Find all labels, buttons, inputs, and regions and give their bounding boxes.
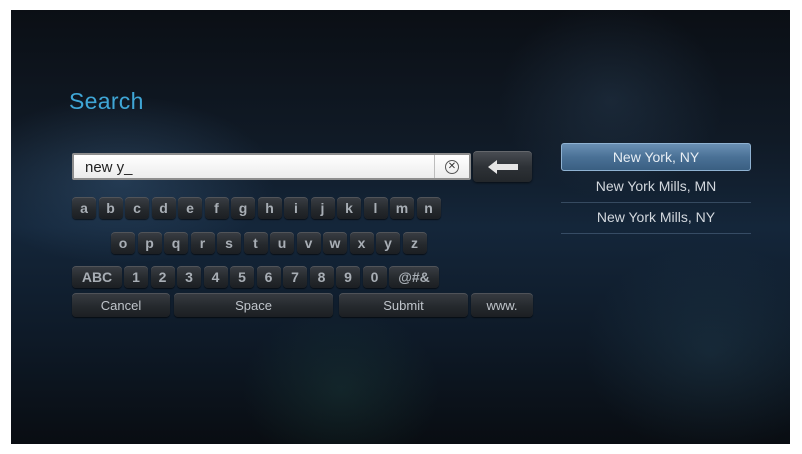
key-o[interactable]: o (111, 232, 135, 254)
cancel-button[interactable]: Cancel (72, 293, 170, 317)
key-s[interactable]: s (217, 232, 241, 254)
key-2[interactable]: 2 (150, 266, 175, 288)
key-g[interactable]: g (231, 197, 255, 219)
key-4[interactable]: 4 (203, 266, 228, 288)
backspace-button[interactable] (473, 151, 532, 182)
key-w[interactable]: w (323, 232, 347, 254)
key-x[interactable]: x (349, 232, 374, 254)
key-e[interactable]: e (178, 197, 202, 219)
clear-circle-x-icon: ✕ (445, 159, 459, 174)
key-i[interactable]: i (284, 197, 308, 219)
key-h[interactable]: h (257, 197, 282, 219)
key-z[interactable]: z (402, 232, 427, 254)
space-button[interactable]: Space (174, 293, 333, 317)
clear-button[interactable]: ✕ (434, 155, 469, 178)
key-b[interactable]: b (98, 197, 123, 219)
search-screen: Search new y_ ✕ abcdefghijklmn opqrstuvwx… (11, 10, 790, 444)
key-u[interactable]: u (270, 232, 294, 254)
key-8[interactable]: 8 (309, 266, 334, 288)
key-l[interactable]: l (363, 197, 388, 219)
page-title: Search (69, 88, 144, 114)
key-f[interactable]: f (204, 197, 229, 219)
key-v[interactable]: v (296, 232, 321, 254)
submit-button[interactable]: Submit (339, 293, 468, 317)
key-j[interactable]: j (310, 197, 335, 219)
suggestion-item[interactable]: New York Mills, NY (561, 203, 751, 234)
search-input[interactable]: new y_ ✕ (72, 153, 471, 180)
key-9[interactable]: 9 (336, 266, 360, 288)
suggestion-item[interactable]: New York, NY (561, 143, 751, 171)
suggestion-item[interactable]: New York Mills, MN (561, 172, 751, 203)
key-1[interactable]: 1 (124, 266, 148, 288)
key-m[interactable]: m (390, 197, 414, 219)
key-symbols[interactable]: @#& (389, 266, 439, 288)
key-p[interactable]: p (137, 232, 162, 254)
key-a[interactable]: a (72, 197, 96, 219)
key-6[interactable]: 6 (256, 266, 281, 288)
www-button[interactable]: www. (471, 293, 533, 317)
key-t[interactable]: t (243, 232, 268, 254)
key-c[interactable]: c (125, 197, 149, 219)
key-n[interactable]: n (416, 197, 441, 219)
key-abc[interactable]: ABC (72, 266, 122, 288)
key-q[interactable]: q (164, 232, 188, 254)
backspace-arrow-icon (487, 159, 518, 174)
key-y[interactable]: y (376, 232, 400, 254)
search-input-value: new y_ (85, 159, 133, 176)
key-3[interactable]: 3 (177, 266, 201, 288)
key-0[interactable]: 0 (362, 266, 387, 288)
key-k[interactable]: k (337, 197, 361, 219)
key-d[interactable]: d (151, 197, 176, 219)
key-r[interactable]: r (190, 232, 215, 254)
key-7[interactable]: 7 (283, 266, 307, 288)
key-5[interactable]: 5 (230, 266, 254, 288)
suggestion-list: New York, NY New York Mills, MN New York… (561, 143, 751, 234)
